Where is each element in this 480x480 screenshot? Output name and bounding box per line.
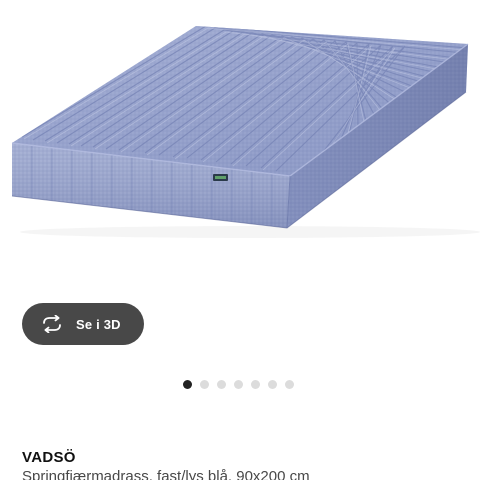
carousel-dot[interactable] bbox=[200, 379, 209, 389]
carousel-dot[interactable] bbox=[268, 379, 277, 389]
view-3d-label: Se i 3D bbox=[76, 316, 121, 332]
carousel-dot[interactable] bbox=[183, 379, 192, 389]
image-carousel-indicator bbox=[183, 379, 302, 389]
carousel-dot[interactable] bbox=[217, 379, 226, 389]
product-page: Se i 3D VADSÖ Springfjærmadrass, fast/ly… bbox=[0, 0, 480, 480]
product-name: VADSÖ bbox=[22, 449, 76, 466]
brand-tag bbox=[213, 174, 228, 181]
view-3d-button[interactable]: Se i 3D bbox=[22, 303, 144, 345]
product-image[interactable] bbox=[0, 0, 480, 300]
rotate-arrows-icon bbox=[40, 314, 64, 334]
carousel-dot[interactable] bbox=[285, 379, 294, 389]
product-description: Springfjærmadrass, fast/lys blå, 90x200 … bbox=[22, 468, 310, 480]
carousel-dot[interactable] bbox=[251, 379, 260, 389]
carousel-dot[interactable] bbox=[234, 379, 243, 389]
